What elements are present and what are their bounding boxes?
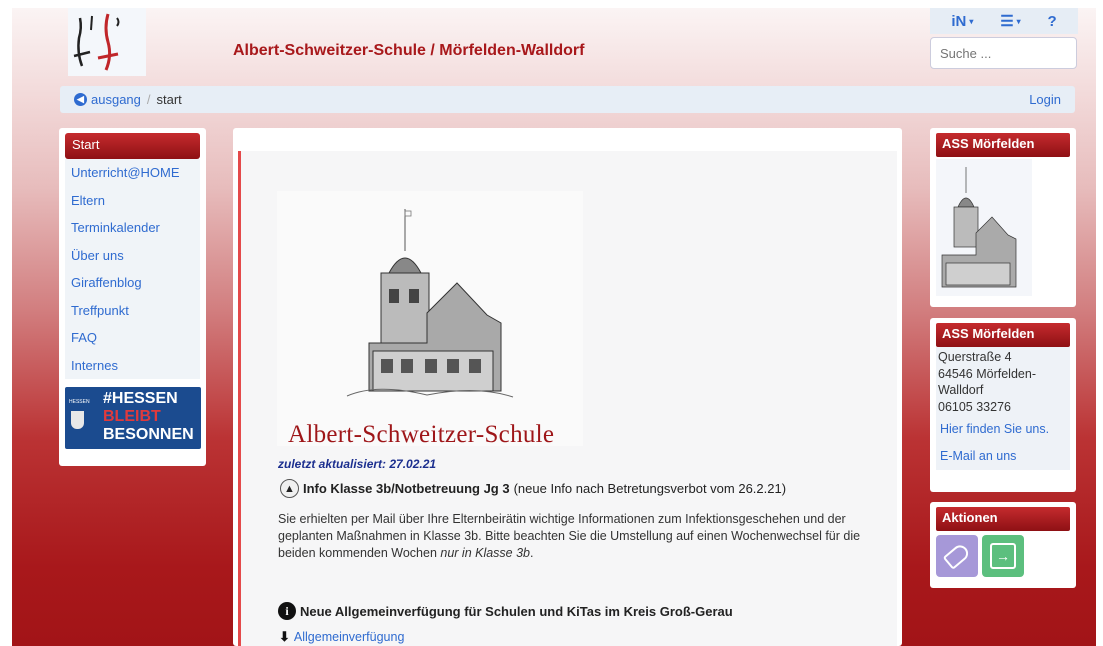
sidebar-item-internes[interactable]: Internes bbox=[65, 352, 200, 380]
site-logo[interactable] bbox=[68, 8, 146, 76]
sidebar-item-giraffenblog[interactable]: Giraffenblog bbox=[65, 269, 200, 297]
breadcrumb: ◀ ausgang / start Login bbox=[60, 86, 1075, 113]
users-icon: iN bbox=[951, 12, 967, 30]
address-line: 64546 Mörfelden- bbox=[938, 366, 1036, 381]
news-title: Neue Allgemeinverfügung für Schulen und … bbox=[300, 603, 733, 619]
info-paragraph-text: Sie erhielten per Mail über Ihre Elternb… bbox=[278, 512, 861, 560]
sidebar-item-faq[interactable]: FAQ bbox=[65, 324, 200, 352]
breadcrumb-back-link[interactable]: ◀ ausgang bbox=[74, 92, 141, 107]
sidebar-item-terminkalender[interactable]: Terminkalender bbox=[65, 214, 200, 242]
info-note: (neue Info nach Betretungsverbot vom 26.… bbox=[513, 481, 787, 496]
address-line: Walldorf bbox=[938, 383, 984, 397]
info-heading: ▲ Info Klasse 3b/Notbetreuung Jg 3 (neue… bbox=[280, 479, 786, 498]
school-name-title: Albert-Schweitzer-Schule bbox=[288, 421, 555, 448]
school-building-image bbox=[277, 191, 583, 446]
content-article: Albert-Schweitzer-Schule zuletzt aktuali… bbox=[238, 151, 897, 646]
address-block: Querstraße 4 64546 Mörfelden- Walldorf 0… bbox=[936, 347, 1070, 470]
actions-box: Aktionen → bbox=[930, 502, 1076, 588]
chevron-down-icon: ▾ bbox=[969, 16, 974, 26]
sidebar: Start Unterricht@HOME Eltern Terminkalen… bbox=[59, 128, 206, 466]
hessen-banner-line2: BLEIBT bbox=[103, 408, 161, 425]
login-link[interactable]: Login bbox=[1029, 92, 1061, 107]
warning-icon: ▲ bbox=[280, 479, 299, 498]
tag-icon bbox=[942, 542, 972, 570]
hessen-banner-small: HESSEN bbox=[69, 399, 90, 405]
school-thumbnail[interactable] bbox=[936, 159, 1032, 296]
hessen-banner[interactable]: HESSEN #HESSEN BLEIBT BESONNEN bbox=[65, 387, 201, 449]
download-arrow-icon: ⬇ bbox=[279, 629, 290, 644]
info-icon: i bbox=[278, 602, 296, 620]
sign-in-icon: → bbox=[990, 543, 1016, 569]
find-us-link[interactable]: Hier finden Sie uns. bbox=[938, 415, 1068, 442]
news-heading: i Neue Allgemeinverfügung für Schulen un… bbox=[278, 602, 733, 620]
phone-number: 06105 33276 bbox=[938, 399, 1011, 414]
menu-dropdown[interactable]: ☰ ▾ bbox=[1000, 12, 1020, 30]
sidebar-item-eltern[interactable]: Eltern bbox=[65, 187, 200, 215]
school-image-box: ASS Mörfelden bbox=[930, 128, 1076, 307]
site-title[interactable]: Albert-Schweitzer-Schule / Mörfelden-Wal… bbox=[233, 42, 584, 60]
actions-box-title: Aktionen bbox=[936, 507, 1070, 531]
breadcrumb-back-label: ausgang bbox=[91, 92, 141, 107]
info-paragraph-end: . bbox=[530, 546, 534, 560]
hessen-banner-line1: #HESSEN bbox=[103, 390, 178, 407]
help-icon: ? bbox=[1047, 12, 1057, 30]
sign-in-button[interactable]: → bbox=[982, 535, 1024, 577]
info-title: Info Klasse 3b/Notbetreuung Jg 3 bbox=[303, 481, 510, 496]
sidebar-item-ueber-uns[interactable]: Über uns bbox=[65, 242, 200, 270]
search-input[interactable] bbox=[930, 37, 1077, 69]
help-button[interactable]: ? bbox=[1047, 13, 1056, 30]
contact-box: ASS Mörfelden Querstraße 4 64546 Mörfeld… bbox=[930, 318, 1076, 492]
hessen-shield-icon bbox=[71, 411, 84, 429]
top-toolbar: iN ▾ ☰ ▾ ? bbox=[930, 8, 1078, 34]
sidebar-item-treffpunkt[interactable]: Treffpunkt bbox=[65, 297, 200, 325]
email-link[interactable]: E-Mail an uns bbox=[938, 442, 1068, 469]
download-link[interactable]: Allgemeinverfügung bbox=[294, 630, 405, 644]
contact-box-title: ASS Mörfelden bbox=[936, 323, 1070, 347]
breadcrumb-current: start bbox=[156, 92, 182, 107]
last-updated: zuletzt aktualisiert: 27.02.21 bbox=[278, 457, 437, 471]
sidebar-item-unterricht[interactable]: Unterricht@HOME bbox=[65, 159, 200, 187]
info-paragraph-italic: nur in Klasse 3b bbox=[440, 546, 531, 560]
tag-button[interactable] bbox=[936, 535, 978, 577]
address-line: Querstraße 4 bbox=[938, 350, 1012, 364]
actions-row: → bbox=[936, 535, 1070, 577]
sidebar-nav-list: Unterricht@HOME Eltern Terminkalender Üb… bbox=[65, 159, 200, 379]
info-paragraph: Sie erhielten per Mail über Ihre Elternb… bbox=[278, 511, 878, 562]
arrow-left-circle-icon: ◀ bbox=[74, 93, 87, 106]
download-row: ⬇ Allgemeinverfügung bbox=[279, 629, 404, 645]
users-dropdown[interactable]: iN ▾ bbox=[951, 13, 973, 30]
main-content: Albert-Schweitzer-Schule zuletzt aktuali… bbox=[233, 128, 902, 646]
sidebar-item-start[interactable]: Start bbox=[65, 133, 200, 159]
hessen-banner-line3: BESONNEN bbox=[103, 426, 194, 443]
breadcrumb-separator: / bbox=[146, 92, 151, 107]
school-box-title: ASS Mörfelden bbox=[936, 133, 1070, 157]
menu-icon: ☰ bbox=[1000, 13, 1014, 30]
chevron-down-icon: ▾ bbox=[1016, 16, 1021, 26]
header: Albert-Schweitzer-Schule / Mörfelden-Wal… bbox=[12, 8, 1096, 82]
